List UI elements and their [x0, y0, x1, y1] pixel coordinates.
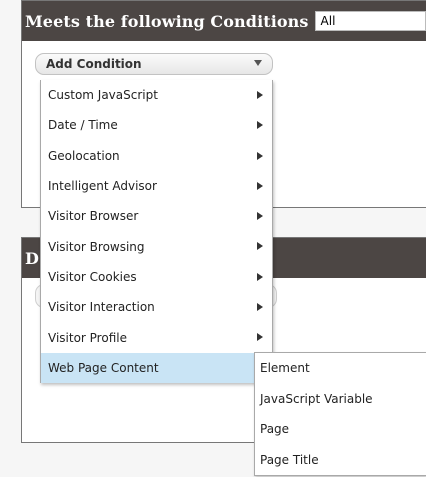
submenu-item-page-title[interactable]: Page Title	[255, 445, 426, 476]
submenu-item-element[interactable]: Element	[255, 353, 426, 384]
match-select-value: All	[320, 14, 336, 28]
conditions-panel-header: Meets the following Conditions All	[22, 1, 426, 41]
submenu-item-label: Page	[260, 422, 290, 437]
add-condition-menu: Custom JavaScript Date / Time Geolocatio…	[40, 80, 273, 383]
submenu-item-page[interactable]: Page	[255, 414, 426, 445]
submenu-item-label: Element	[260, 361, 310, 376]
match-select[interactable]: All	[314, 11, 426, 31]
menu-item-visitor-browsing[interactable]: Visitor Browsing	[41, 231, 272, 261]
chevron-right-icon	[257, 91, 263, 99]
chevron-right-icon	[257, 303, 263, 312]
menu-item-label: Visitor Browser	[48, 209, 139, 224]
menu-item-label: Visitor Cookies	[48, 269, 137, 284]
chevron-right-icon	[257, 121, 263, 130]
menu-item-custom-javascript[interactable]: Custom JavaScript	[41, 80, 272, 110]
submenu-item-label: JavaScript Variable	[260, 391, 373, 406]
menu-item-label: Visitor Browsing	[48, 239, 145, 254]
menu-item-date-time[interactable]: Date / Time	[41, 110, 272, 140]
menu-item-label: Visitor Interaction	[48, 300, 155, 315]
add-condition-label: Add Condition	[46, 57, 142, 71]
chevron-right-icon	[257, 272, 263, 281]
chevron-down-icon	[254, 60, 262, 66]
web-page-content-submenu: Element JavaScript Variable Page Page Ti…	[254, 352, 426, 476]
chevron-right-icon	[257, 151, 263, 160]
menu-item-visitor-browser[interactable]: Visitor Browser	[41, 201, 272, 231]
chevron-right-icon	[257, 181, 263, 190]
menu-item-visitor-interaction[interactable]: Visitor Interaction	[41, 292, 272, 322]
menu-item-label: Custom JavaScript	[48, 88, 158, 103]
chevron-right-icon	[257, 333, 263, 342]
menu-item-label: Web Page Content	[48, 360, 159, 375]
menu-item-geolocation[interactable]: Geolocation	[41, 141, 272, 171]
menu-item-label: Date / Time	[48, 118, 118, 133]
menu-item-intelligent-advisor[interactable]: Intelligent Advisor	[41, 171, 272, 201]
lower-panel-title: D	[25, 248, 39, 268]
add-condition-button[interactable]: Add Condition	[35, 53, 273, 75]
menu-item-visitor-profile[interactable]: Visitor Profile	[41, 322, 272, 352]
chevron-right-icon	[257, 242, 263, 251]
menu-item-web-page-content[interactable]: Web Page Content	[41, 352, 272, 383]
submenu-item-label: Page Title	[260, 452, 319, 467]
menu-item-label: Intelligent Advisor	[48, 179, 157, 194]
menu-item-label: Geolocation	[48, 148, 120, 163]
chevron-right-icon	[257, 212, 263, 221]
conditions-panel-title: Meets the following Conditions	[25, 11, 309, 31]
submenu-item-javascript-variable[interactable]: JavaScript Variable	[255, 384, 426, 415]
menu-item-visitor-cookies[interactable]: Visitor Cookies	[41, 262, 272, 292]
menu-item-label: Visitor Profile	[48, 330, 127, 345]
